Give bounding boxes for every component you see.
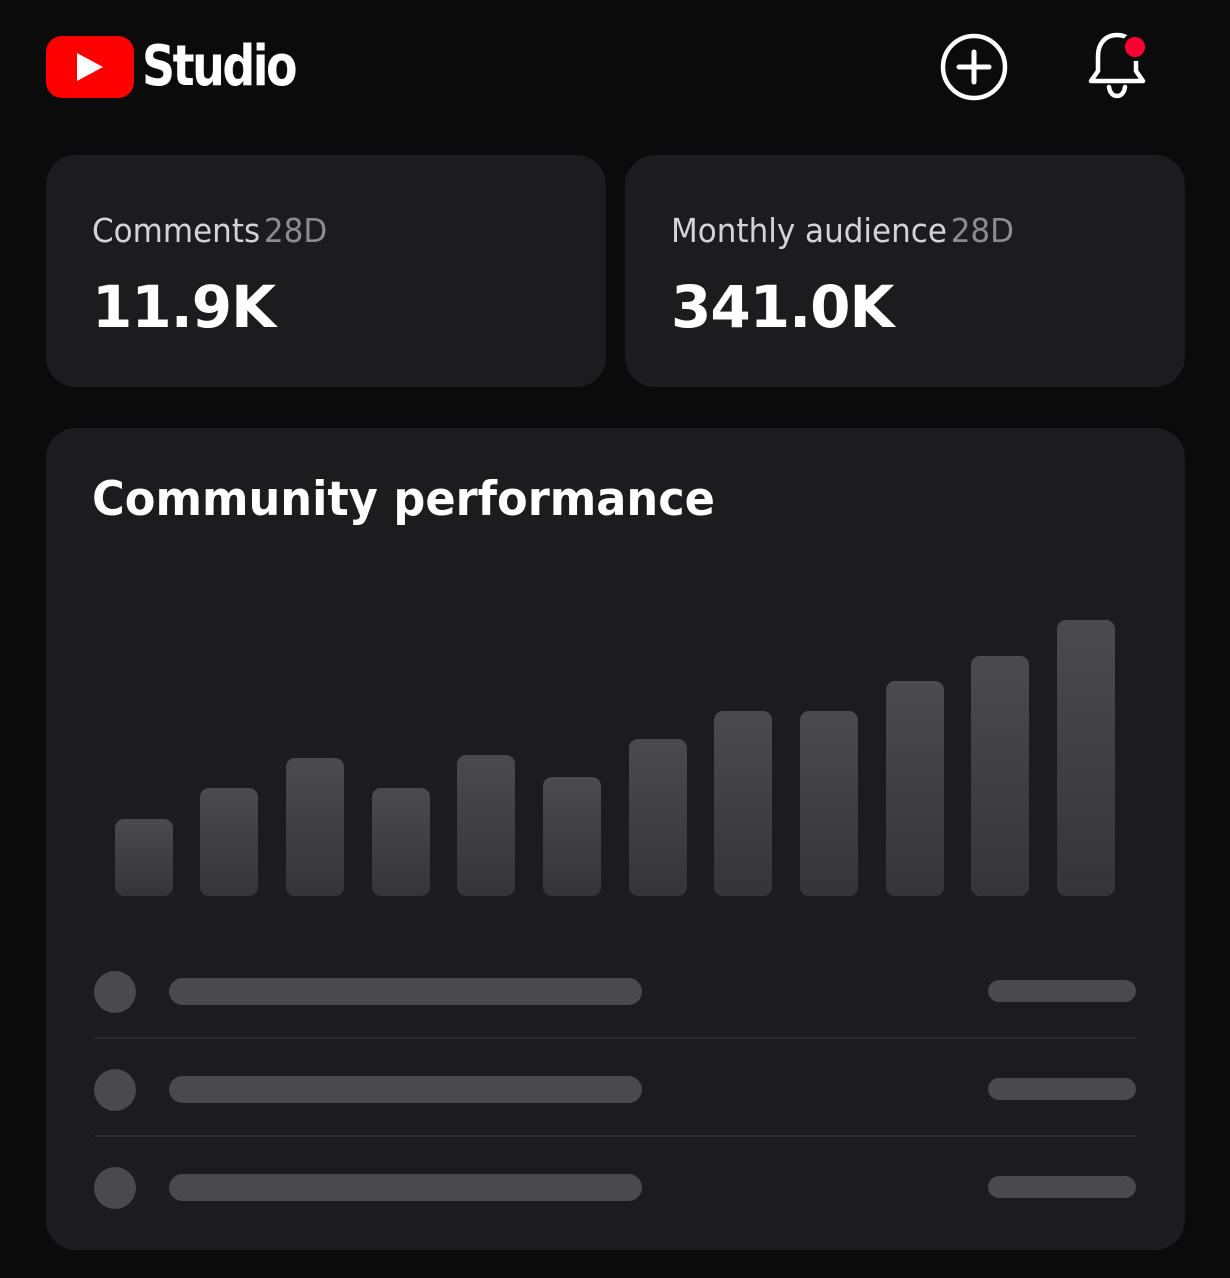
text-placeholder <box>169 1076 642 1103</box>
studio-logo[interactable]: Studio <box>46 34 329 100</box>
list-item[interactable] <box>94 943 1136 1041</box>
stat-period: 28D <box>263 211 328 250</box>
youtube-play-icon <box>46 36 134 98</box>
chart-bar[interactable] <box>886 681 944 896</box>
text-placeholder <box>169 978 642 1005</box>
avatar-placeholder <box>94 971 136 1013</box>
chart-bar[interactable] <box>372 788 430 896</box>
stat-label: Comments 28D <box>92 211 328 250</box>
value-placeholder <box>988 1078 1136 1100</box>
stat-value: 341.0K <box>671 273 894 341</box>
comments-card[interactable]: Comments 28D 11.9K <box>46 155 606 387</box>
chart-bar[interactable] <box>714 711 772 896</box>
chart-bar[interactable] <box>543 777 601 896</box>
stat-label: Monthly audience 28D <box>671 211 1015 250</box>
divider <box>94 1037 1136 1039</box>
chart-bar[interactable] <box>457 755 515 896</box>
list-item[interactable] <box>94 1139 1136 1237</box>
create-button[interactable] <box>937 30 1011 104</box>
chart-bar[interactable] <box>1057 620 1115 896</box>
avatar-placeholder <box>94 1069 136 1111</box>
community-performance-card[interactable]: Community performance <box>46 428 1185 1250</box>
notification-badge <box>1121 33 1149 61</box>
chart-bar[interactable] <box>800 711 858 896</box>
text-placeholder <box>169 1174 642 1201</box>
avatar-placeholder <box>94 1167 136 1209</box>
add-circle-icon <box>940 33 1008 101</box>
value-placeholder <box>988 1176 1136 1198</box>
notifications-button[interactable] <box>1080 28 1154 102</box>
chart-bar[interactable] <box>115 819 173 896</box>
chart-bar[interactable] <box>971 656 1029 896</box>
app-header: Studio <box>0 0 1230 135</box>
divider <box>94 1135 1136 1137</box>
chart-bar[interactable] <box>629 739 687 896</box>
logo-text: Studio <box>142 34 298 99</box>
card-title: Community performance <box>92 472 715 527</box>
value-placeholder <box>988 980 1136 1002</box>
chart-bar[interactable] <box>286 758 344 896</box>
stat-period: 28D <box>950 211 1015 250</box>
monthly-audience-card[interactable]: Monthly audience 28D 341.0K <box>625 155 1185 387</box>
stat-value: 11.9K <box>92 273 276 341</box>
list-item[interactable] <box>94 1041 1136 1139</box>
chart-bar[interactable] <box>200 788 258 896</box>
